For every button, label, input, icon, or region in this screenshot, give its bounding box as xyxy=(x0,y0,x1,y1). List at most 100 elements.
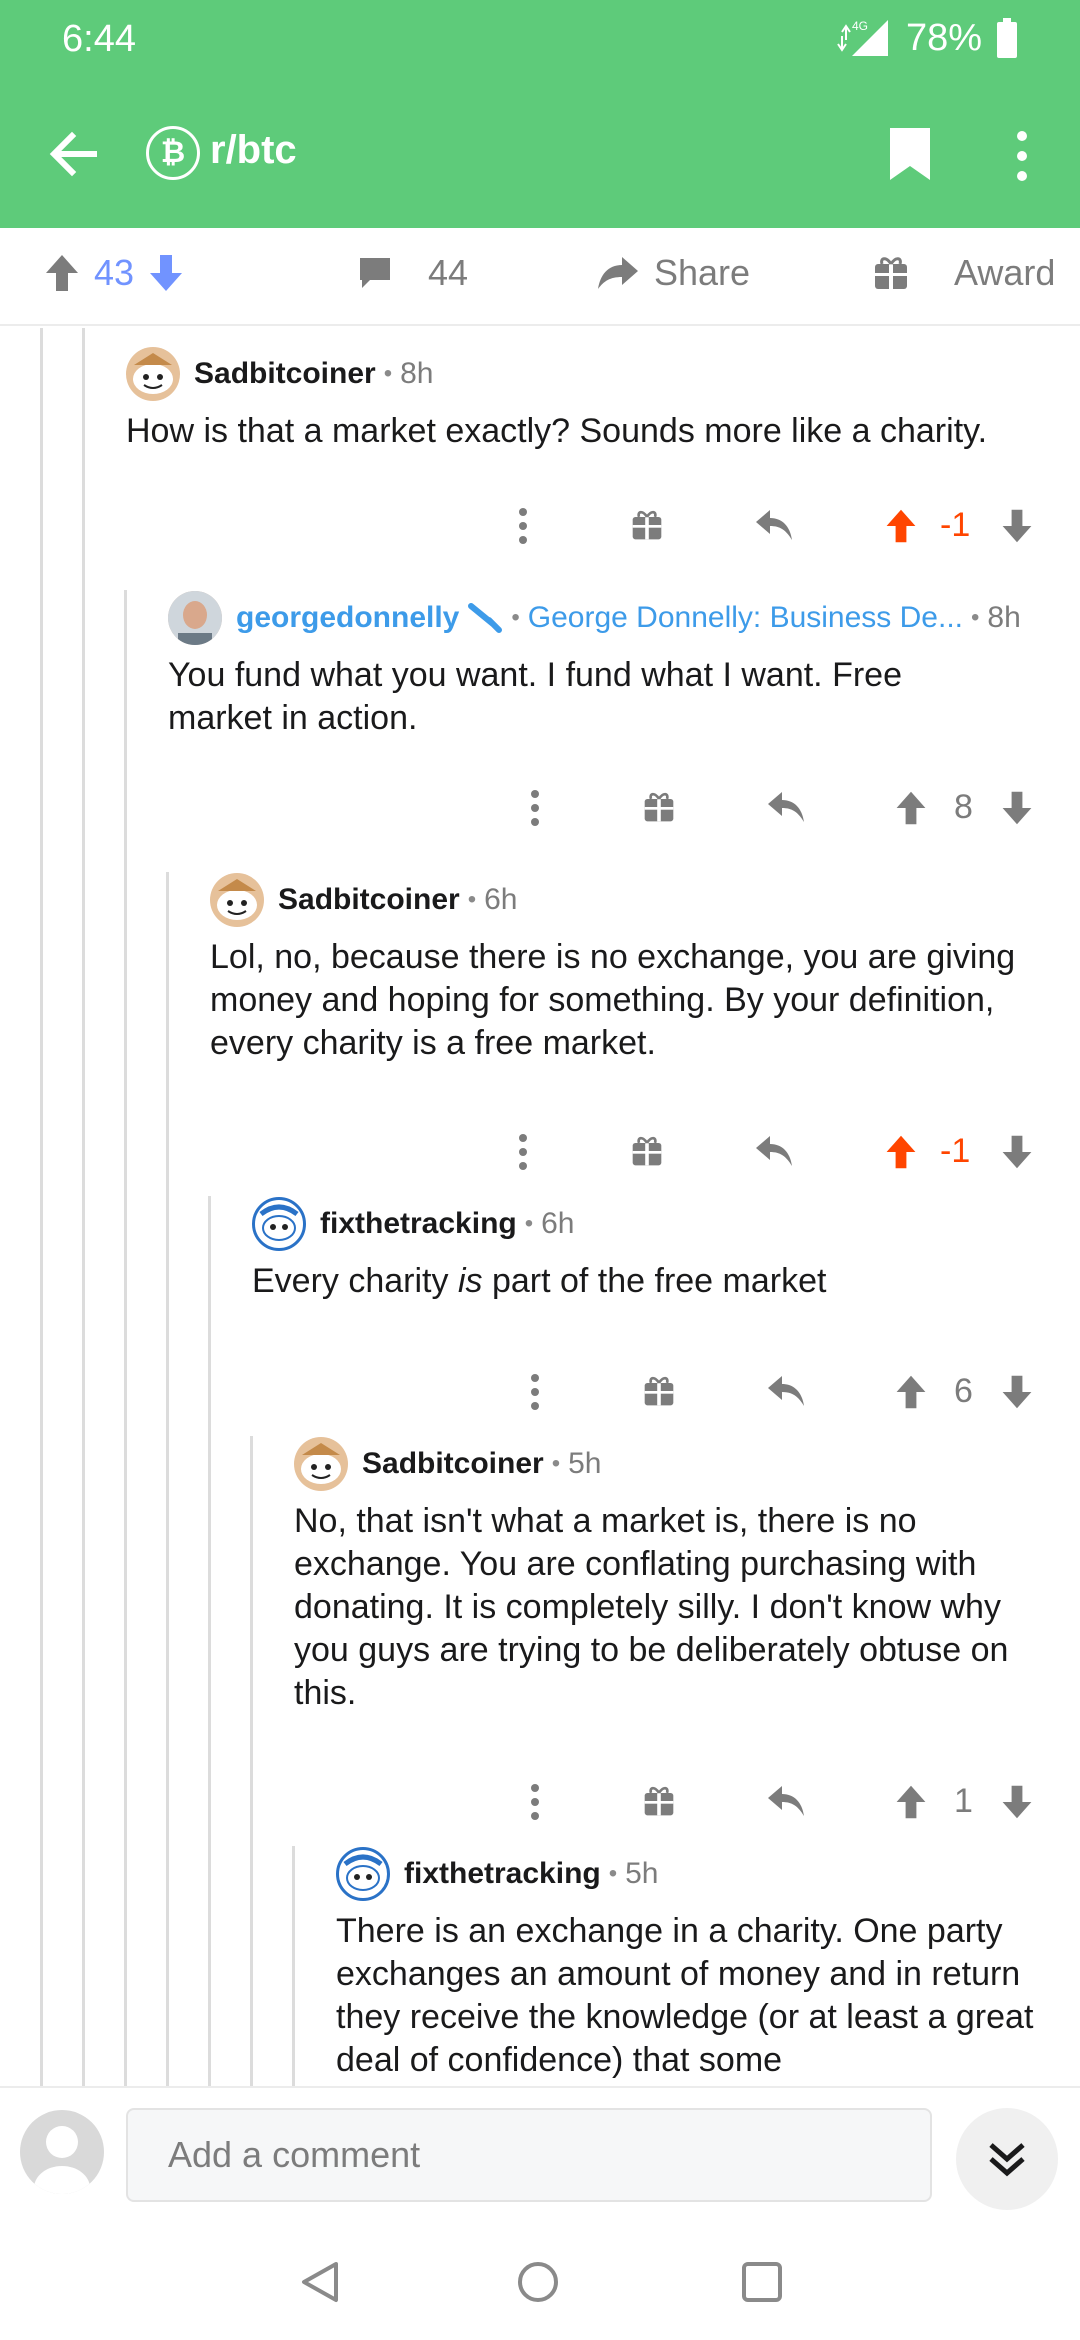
reply-icon[interactable] xyxy=(754,508,794,542)
collapse-comments-button[interactable] xyxy=(956,2108,1058,2210)
separator-dot: • xyxy=(511,604,520,631)
avatar[interactable] xyxy=(210,873,264,927)
overflow-menu-icon[interactable] xyxy=(1006,128,1038,184)
thread-rail xyxy=(124,590,127,2088)
reply-icon[interactable] xyxy=(766,1374,806,1408)
more-options-icon[interactable] xyxy=(528,778,542,838)
comment-body: Every charity is part of the free market xyxy=(252,1262,827,1300)
gift-icon[interactable] xyxy=(642,1784,676,1818)
separator-dot: • xyxy=(383,360,393,387)
downvote-icon[interactable] xyxy=(1000,1134,1034,1170)
thread-rail xyxy=(82,328,85,2088)
nav-home-icon[interactable] xyxy=(516,2260,560,2304)
comment-author[interactable]: Sadbitcoiner xyxy=(194,357,376,391)
gift-icon[interactable] xyxy=(630,508,664,542)
gift-icon[interactable] xyxy=(630,1134,664,1168)
downvote-icon[interactable] xyxy=(1000,1784,1034,1820)
award-button[interactable]: Award xyxy=(872,252,1055,294)
comment-score: 6 xyxy=(954,1372,973,1410)
comment-age: 5h xyxy=(568,1447,602,1480)
thread-rail xyxy=(166,872,169,2088)
avatar[interactable] xyxy=(294,1437,348,1491)
gift-icon[interactable] xyxy=(642,1374,676,1408)
comment: fixthetracking • 5h There is an exchange… xyxy=(336,1846,1056,2082)
avatar[interactable] xyxy=(336,1847,390,1901)
post-vote-group: 43 xyxy=(44,252,184,294)
comment-header: Sadbitcoiner • 8h xyxy=(126,346,1066,402)
reply-icon[interactable] xyxy=(754,1134,794,1168)
upvote-icon[interactable] xyxy=(884,1134,918,1170)
comment-count: 44 xyxy=(428,252,469,293)
nav-back-icon[interactable] xyxy=(298,2260,342,2304)
back-arrow-icon[interactable] xyxy=(44,124,104,184)
comment-actions: 6 xyxy=(510,1362,1040,1422)
nav-recents-icon[interactable] xyxy=(740,2260,784,2304)
comment-age: 6h xyxy=(541,1207,575,1240)
post-action-bar: 43 44 Share Award xyxy=(0,228,1080,326)
comment-author[interactable]: fixthetracking xyxy=(404,1857,601,1891)
upvote-icon[interactable] xyxy=(894,1784,928,1820)
upvote-icon[interactable] xyxy=(894,1374,928,1410)
snoo-avatar-icon xyxy=(301,1443,341,1484)
comment-body: How is that a market exactly? Sounds mor… xyxy=(126,412,988,450)
comment-author[interactable]: Sadbitcoiner xyxy=(278,883,460,917)
comment-author[interactable]: Sadbitcoiner xyxy=(362,1447,544,1481)
status-icons: 4G 78% xyxy=(836,16,1018,60)
comment: Sadbitcoiner • 6h Lol, no, because there… xyxy=(210,872,1060,1065)
more-options-icon[interactable] xyxy=(528,1772,542,1832)
subreddit-icon[interactable]: ₿ xyxy=(146,126,200,180)
subreddit-name[interactable]: r/btc xyxy=(210,128,297,173)
svg-text:4G: 4G xyxy=(852,19,868,33)
reply-icon[interactable] xyxy=(766,1784,806,1818)
user-flair: George Donnelly: Business De... xyxy=(527,601,963,634)
app-bar: 6:44 4G 78% ₿ r/btc xyxy=(0,0,1080,228)
snoo-avatar-icon xyxy=(343,1854,383,1891)
downvote-icon[interactable] xyxy=(148,253,184,293)
comment-thread: Sadbitcoiner • 8h How is that a market e… xyxy=(0,328,1080,2088)
comment-header: georgedonnelly • George Donnelly: Busine… xyxy=(168,590,1068,646)
downvote-icon[interactable] xyxy=(1000,1374,1034,1410)
comment-author[interactable]: fixthetracking xyxy=(320,1207,517,1241)
comments-button[interactable]: 44 xyxy=(356,252,468,294)
avatar[interactable] xyxy=(126,347,180,401)
comment-author[interactable]: georgedonnelly xyxy=(236,601,459,635)
snoo-avatar-icon xyxy=(133,353,173,394)
snoo-avatar-icon xyxy=(217,879,257,920)
comment-icon xyxy=(360,258,390,288)
comment: fixthetracking • 6h Every charity is par… xyxy=(252,1196,1062,1303)
more-options-icon[interactable] xyxy=(516,496,530,556)
separator-dot: • xyxy=(971,604,980,631)
award-label: Award xyxy=(954,252,1056,293)
separator-dot: • xyxy=(524,1210,534,1237)
comment-score: 8 xyxy=(954,788,973,826)
thread-rail xyxy=(208,1196,211,2088)
more-options-icon[interactable] xyxy=(516,1122,530,1182)
comment-age: 8h xyxy=(400,357,434,390)
default-avatar-icon xyxy=(34,2126,90,2194)
comment: georgedonnelly • George Donnelly: Busine… xyxy=(168,590,1068,740)
downvote-icon[interactable] xyxy=(1000,790,1034,826)
comment-score: -1 xyxy=(940,1132,971,1170)
battery-icon xyxy=(997,18,1017,58)
downvote-icon[interactable] xyxy=(1000,508,1034,544)
bookmark-icon[interactable] xyxy=(888,126,932,182)
reply-icon[interactable] xyxy=(766,790,806,824)
upvote-icon[interactable] xyxy=(884,508,918,544)
my-avatar[interactable] xyxy=(20,2110,104,2194)
post-score: 43 xyxy=(94,252,135,293)
thread-rail xyxy=(40,328,43,2088)
upvote-icon[interactable] xyxy=(44,253,80,293)
avatar[interactable] xyxy=(252,1197,306,1251)
gift-icon[interactable] xyxy=(642,790,676,824)
comment-actions: -1 xyxy=(500,1122,1040,1182)
avatar[interactable] xyxy=(168,591,222,645)
double-chevron-down-icon xyxy=(989,2143,1025,2177)
user-photo-icon xyxy=(168,591,222,645)
comment: Sadbitcoiner • 5h No, that isn't what a … xyxy=(294,1436,1064,1715)
upvote-icon[interactable] xyxy=(894,790,928,826)
share-button[interactable]: Share xyxy=(596,252,750,294)
comment-input[interactable]: Add a comment xyxy=(126,2108,932,2202)
comment-actions: 8 xyxy=(510,778,1040,838)
comment-header: Sadbitcoiner • 5h xyxy=(294,1436,1064,1492)
more-options-icon[interactable] xyxy=(528,1362,542,1422)
